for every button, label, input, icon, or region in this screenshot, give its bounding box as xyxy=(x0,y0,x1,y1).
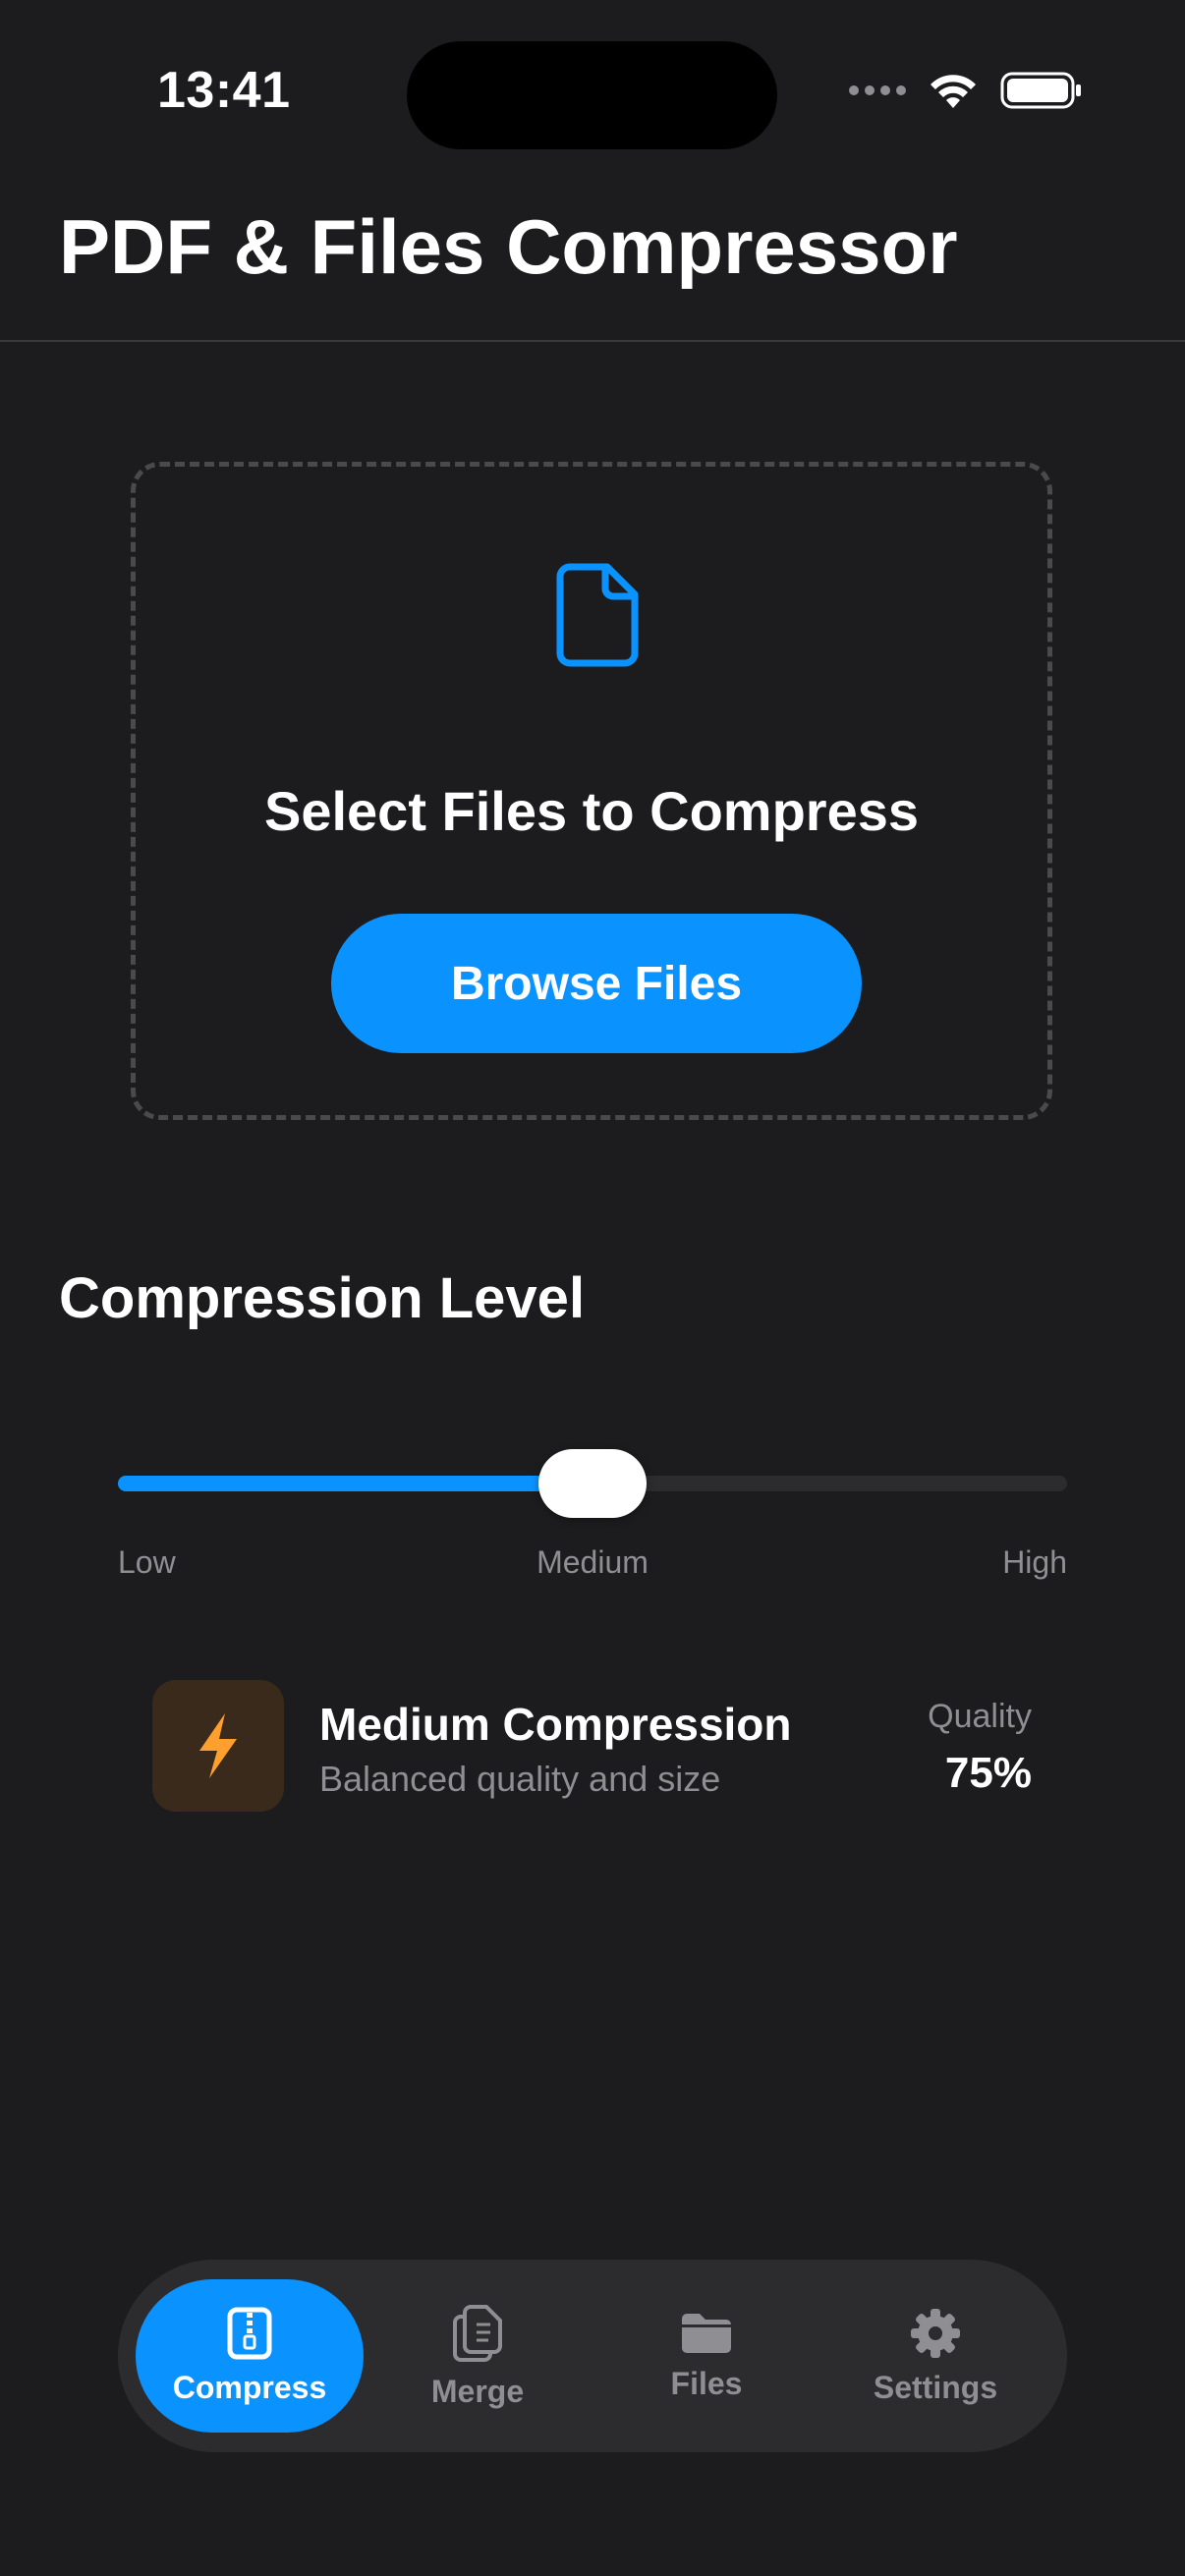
tab-label: Settings xyxy=(873,2369,998,2405)
slider-thumb[interactable] xyxy=(538,1449,647,1518)
browse-files-button[interactable]: Browse Files xyxy=(331,914,862,1053)
compression-level-title: Compression Level xyxy=(59,1266,586,1330)
tab-bar: Compress Merge Files Settings xyxy=(118,2260,1067,2452)
quality-value: 75% xyxy=(944,1749,1032,1797)
slider-label-low: Low xyxy=(118,1544,176,1580)
bolt-icon xyxy=(199,1713,237,1778)
tab-label: Merge xyxy=(430,2373,525,2409)
slider-label-high: High xyxy=(1002,1544,1067,1580)
slider-label-medium: Medium xyxy=(536,1544,649,1580)
zip-file-icon xyxy=(227,2307,272,2359)
tab-settings[interactable]: Settings xyxy=(821,2279,1049,2433)
compression-slider[interactable] xyxy=(118,1449,1067,1518)
level-icon-box xyxy=(152,1680,284,1812)
app-screen: 13:41 PDF & Files Compressor Select File… xyxy=(0,0,1185,2576)
slider-fill xyxy=(118,1476,592,1491)
dropzone-title: Select Files to Compress xyxy=(263,780,919,842)
level-name: Medium Compression xyxy=(319,1699,792,1750)
file-drop-zone[interactable]: Select Files to Compress Browse Files xyxy=(131,462,1052,1120)
level-description: Balanced quality and size xyxy=(319,1759,721,1799)
page-title: PDF & Files Compressor xyxy=(59,203,958,290)
tab-label: Compress xyxy=(172,2369,327,2405)
slider-labels: Low Medium High xyxy=(118,1544,1067,1584)
tab-merge[interactable]: Merge xyxy=(364,2279,592,2433)
header: PDF & Files Compressor xyxy=(0,0,1185,342)
tab-files[interactable]: Files xyxy=(592,2279,820,2433)
gear-icon xyxy=(911,2308,960,2358)
quality-label: Quality xyxy=(928,1698,1032,1735)
compression-level-info: Medium Compression Balanced quality and … xyxy=(152,1680,1032,1812)
merge-documents-icon xyxy=(453,2304,502,2362)
folder-icon xyxy=(682,2313,731,2353)
document-icon xyxy=(556,563,639,667)
tab-label: Files xyxy=(670,2365,743,2401)
tab-compress[interactable]: Compress xyxy=(136,2279,364,2433)
